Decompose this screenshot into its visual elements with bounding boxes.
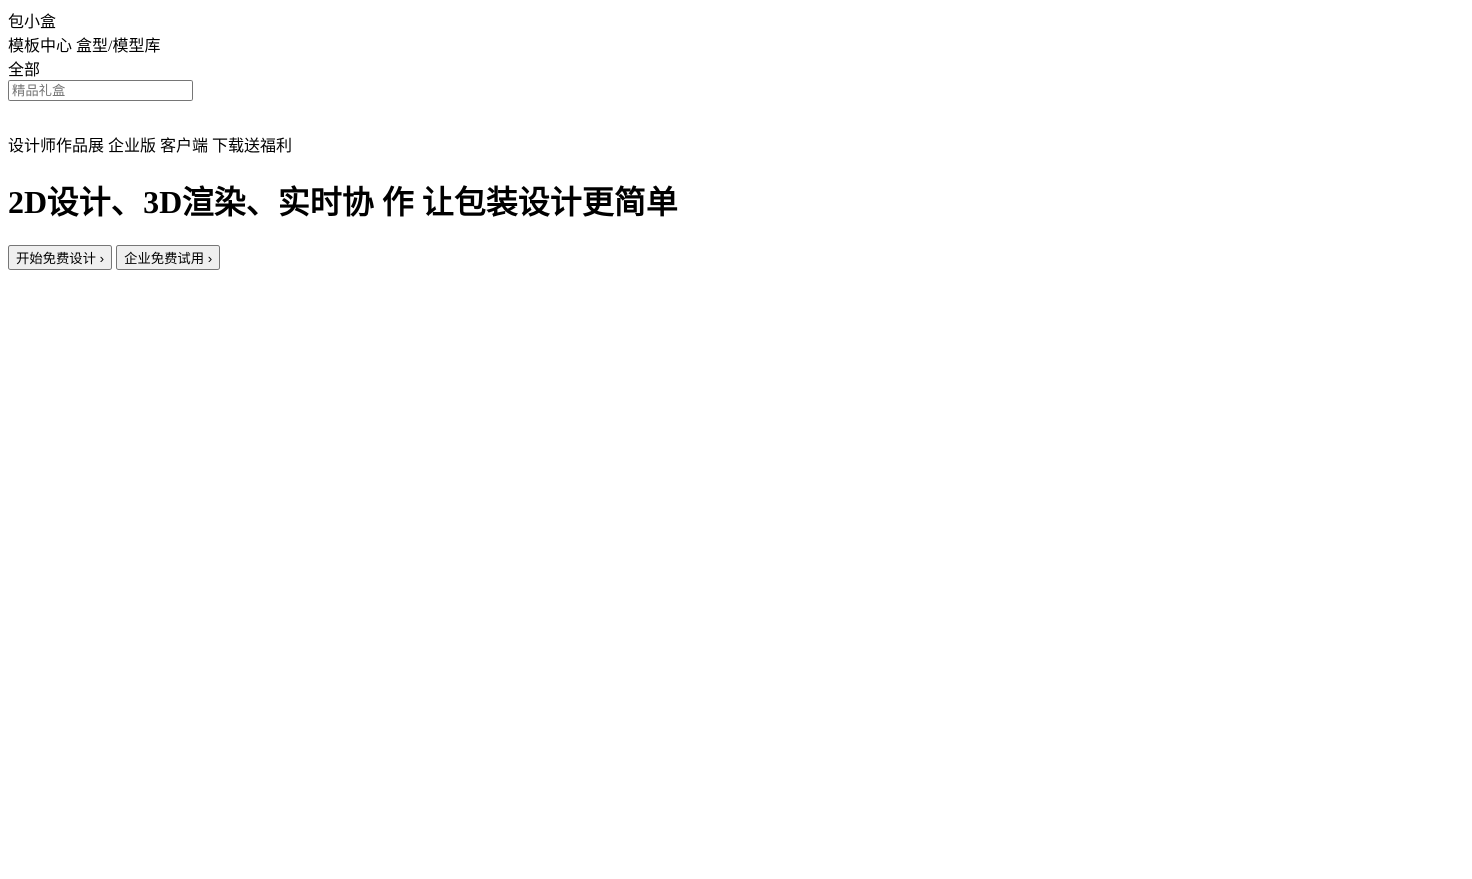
- start-free-design-label: 开始免费设计: [16, 250, 96, 266]
- enterprise-free-trial-label: 企业免费试用: [124, 250, 205, 266]
- search-button[interactable]: [8, 101, 1464, 132]
- hero-headline-line-2: 作 让包装设计更简单: [382, 184, 679, 221]
- hero-banner: 2D设计、3D渲染、实时协 作 让包装设计更简单 开始免费设计 › 企业免费试用…: [8, 177, 1464, 270]
- hero-headline-line-1: 2D设计、3D渲染、实时协: [8, 184, 375, 221]
- start-free-design-button[interactable]: 开始免费设计 ›: [8, 244, 113, 270]
- search-category-select[interactable]: 全部: [8, 56, 1464, 80]
- enterprise-free-trial-button[interactable]: 企业免费试用 ›: [116, 244, 221, 270]
- nav-template-center[interactable]: 模板中心: [8, 38, 72, 55]
- brand-logo[interactable]: 包小盒: [8, 8, 1464, 32]
- nav-box-model-library[interactable]: 盒型/模型库: [76, 38, 160, 55]
- search-input[interactable]: [8, 80, 193, 101]
- brand-name: 包小盒: [8, 14, 57, 31]
- chevron-right-icon: ›: [207, 250, 213, 266]
- search-bar: 全部: [8, 56, 1464, 132]
- hero-headline: 2D设计、3D渲染、实时协 作 让包装设计更简单: [8, 177, 1464, 223]
- nav-enterprise-edition[interactable]: 企业版: [108, 138, 156, 155]
- top-navbar: 包小盒 模板中心 盒型/模型库 全部 设计师作品展 企业版 客户端 下载送福利: [8, 8, 1464, 156]
- nav-client-download[interactable]: 客户端: [160, 138, 208, 155]
- search-icon: [9, 102, 32, 125]
- nav-designer-showcase[interactable]: 设计师作品展: [8, 138, 104, 155]
- chevron-right-icon: ›: [99, 250, 105, 266]
- download-gift-badge[interactable]: 下载送福利: [212, 138, 292, 155]
- search-category-label: 全部: [8, 62, 41, 79]
